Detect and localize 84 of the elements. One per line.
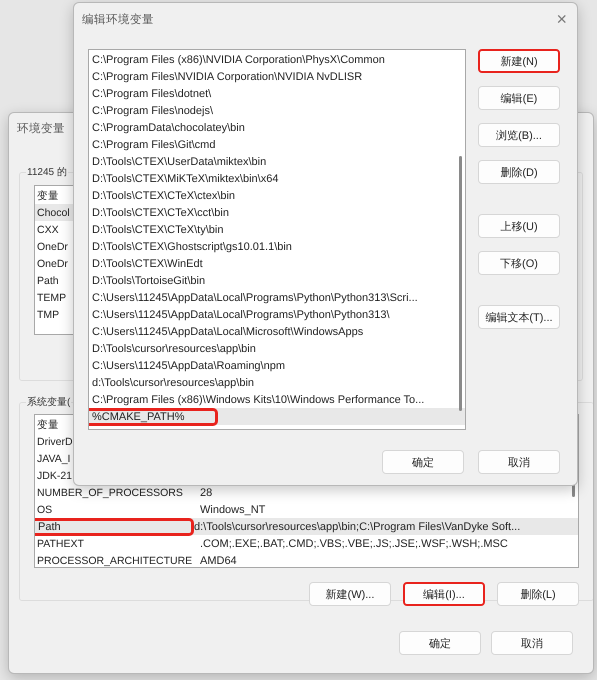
button[interactable]: 浏览(B)... <box>478 123 560 147</box>
variable-value: 28 <box>199 486 212 498</box>
button[interactable]: 新建(W)... <box>309 582 391 606</box>
path-text: d:\Tools\cursor\resources\app\bin <box>91 376 254 388</box>
list-row[interactable]: OS Windows_NT <box>35 501 578 518</box>
button[interactable]: 新建(N) <box>478 49 560 73</box>
path-entry[interactable]: C:\Users\11245\AppData\Local\Microsoft\WindowsApps <box>89 323 465 340</box>
path-text: C:\Users\11245\AppData\Local\Programs\Python\Python313\ <box>91 308 390 320</box>
group-title: 11245 的 <box>26 166 68 179</box>
path-entry[interactable]: D:\Tools\CTEX\CTeX\ty\bin <box>89 221 465 238</box>
path-text: %CMAKE_PATH% <box>89 410 215 422</box>
path-entry[interactable]: D:\Tools\TortoiseGit\bin <box>89 272 465 289</box>
path-entry[interactable]: C:\Program Files\Git\cmd <box>89 136 465 153</box>
path-entry[interactable]: C:\Users\11245\AppData\Local\Programs\Python\Python313\Scri... <box>89 289 465 306</box>
variable-name: Path <box>35 520 191 532</box>
path-entry[interactable]: C:\Users\11245\AppData\Roaming\npm <box>89 357 465 374</box>
path-entry[interactable]: D:\Tools\CTEX\WinEdt <box>89 255 465 272</box>
path-text: C:\ProgramData\chocolatey\bin <box>91 122 245 134</box>
list-row[interactable]: PROCESSOR_ARCHITECTURE AMD64 <box>35 552 578 567</box>
button[interactable]: 确定 <box>382 450 464 474</box>
button[interactable]: 编辑(E) <box>478 86 560 110</box>
button[interactable]: 上移(U) <box>478 214 560 238</box>
button[interactable]: 编辑文本(T)... <box>478 305 560 329</box>
list-row[interactable]: NUMBER_OF_PROCESSORS 28 <box>35 484 578 501</box>
path-entry[interactable]: D:\Tools\CTEX\CTeX\ctex\bin <box>89 187 465 204</box>
group-title: 系统变量( <box>26 396 72 409</box>
button[interactable]: 取消 <box>478 450 560 474</box>
button[interactable]: 确定 <box>399 631 481 655</box>
path-text: C:\Users\11245\AppData\Roaming\npm <box>91 360 286 372</box>
variable-value: d:\Tools\cursor\resources\app\bin;C:\Program Files\VanDyke Soft... <box>193 520 520 532</box>
path-text: D:\Tools\CTEX\CTeX\cct\bin <box>91 206 229 218</box>
button[interactable]: 删除(L) <box>497 582 579 606</box>
path-text: D:\Tools\CTEX\WinEdt <box>91 258 203 270</box>
variable-value: .COM;.EXE;.BAT;.CMD;.VBS;.VBE;.JS;.JSE;.WSF;.WSH;.MSC <box>199 538 508 550</box>
path-entry[interactable]: C:\Users\11245\AppData\Local\Programs\Python\Python313\ <box>89 306 465 323</box>
path-entry[interactable]: C:\ProgramData\chocolatey\bin <box>89 119 465 136</box>
button[interactable]: 取消 <box>491 631 573 655</box>
column-header: 变量 <box>36 188 59 202</box>
path-entry[interactable]: C:\Program Files (x86)\Windows Kits\10\Windows Performance To... <box>89 391 465 408</box>
path-text: D:\Tools\CTEX\UserData\miktex\bin <box>91 156 266 168</box>
path-text: D:\Tools\cursor\resources\app\bin <box>91 342 256 354</box>
path-text: C:\Users\11245\AppData\Local\Programs\Python\Python313\Scri... <box>91 292 418 304</box>
path-text: D:\Tools\CTEX\MiKTeX\miktex\bin\x64 <box>91 172 278 184</box>
scroll-bar[interactable] <box>459 156 462 411</box>
list-row[interactable]: PATHEXT .COM;.EXE;.BAT;.CMD;.VBS;.VBE;.JS;.JSE;.WSF;.WSH;.MSC <box>35 535 578 552</box>
path-entry[interactable]: D:\Tools\CTEX\UserData\miktex\bin <box>89 153 465 170</box>
variable-name: JDK-21 <box>36 470 72 482</box>
path-entry[interactable]: %CMAKE_PATH% <box>89 408 465 425</box>
window-title: 环境变量 <box>17 121 65 136</box>
button[interactable]: 删除(D) <box>478 160 560 184</box>
variable-name: DriverD <box>36 436 73 448</box>
path-entry[interactable]: D:\Tools\cursor\resources\app\bin <box>89 340 465 357</box>
path-entry[interactable]: D:\Tools\CTEX\CTeX\cct\bin <box>89 204 465 221</box>
variable-name: NUMBER_OF_PROCESSORS <box>36 486 183 498</box>
path-text: C:\Program Files\Git\cmd <box>91 138 216 150</box>
path-text: D:\Tools\CTEX\Ghostscript\gs10.01.1\bin <box>91 240 292 252</box>
window-title: 编辑环境变量 <box>82 12 154 26</box>
variable-name: Chocol <box>36 206 70 218</box>
path-text: C:\Users\11245\AppData\Local\Microsoft\WindowsApps <box>91 326 364 338</box>
path-entry[interactable]: D:\Tools\CTEX\Ghostscript\gs10.01.1\bin <box>89 238 465 255</box>
path-text: C:\Program Files (x86)\NVIDIA Corporation\PhysX\Common <box>91 54 385 66</box>
path-entry[interactable]: C:\Program Files\nodejs\ <box>89 102 465 119</box>
path-text: D:\Tools\CTEX\CTeX\ctex\bin <box>91 190 236 202</box>
variable-value: AMD64 <box>199 554 237 566</box>
variable-name: PATHEXT <box>36 538 84 550</box>
button[interactable]: 编辑(I)... <box>403 582 485 606</box>
path-entry[interactable]: d:\Tools\cursor\resources\app\bin <box>89 374 465 391</box>
list-row[interactable]: Path d:\Tools\cursor\resources\app\bin;C:\Program Files\VanDyke Soft... <box>35 518 578 535</box>
path-text: D:\Tools\CTEX\CTeX\ty\bin <box>91 224 224 236</box>
path-text: C:\Program Files\dotnet\ <box>91 88 212 100</box>
button[interactable]: 下移(O) <box>478 251 560 275</box>
path-text: C:\Program Files (x86)\Windows Kits\10\Windows Performance To... <box>91 394 424 406</box>
path-text: C:\Program Files\NVIDIA Corporation\NVIDIA NvDLISR <box>91 70 362 82</box>
column-header: 变量 <box>36 418 59 432</box>
variable-value: Windows_NT <box>199 504 266 516</box>
path-text: D:\Tools\TortoiseGit\bin <box>91 274 206 286</box>
close-button[interactable]: × <box>556 10 567 28</box>
path-entry[interactable]: C:\Program Files (x86)\NVIDIA Corporation\PhysX\Common <box>89 51 465 68</box>
path-entry[interactable]: C:\Program Files\NVIDIA Corporation\NVIDIA NvDLISR <box>89 68 465 85</box>
variable-name: PROCESSOR_ARCHITECTURE <box>36 554 192 566</box>
path-text: C:\Program Files\nodejs\ <box>91 104 214 116</box>
variable-name: OS <box>36 504 52 516</box>
path-entry[interactable]: C:\Program Files\dotnet\ <box>89 85 465 102</box>
path-entry[interactable]: D:\Tools\CTEX\MiKTeX\miktex\bin\x64 <box>89 170 465 187</box>
